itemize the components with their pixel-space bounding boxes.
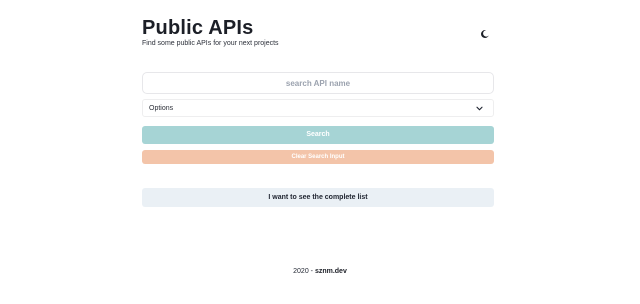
footer-year: 2020 -	[293, 268, 315, 275]
chevron-down-icon	[476, 105, 483, 112]
page: Public APIs Find some public APIs for yo…	[0, 0, 640, 304]
header: Public APIs Find some public APIs for yo…	[142, 17, 496, 53]
complete-list-button[interactable]: I want to see the complete list	[142, 188, 494, 207]
search-button[interactable]: Search	[142, 126, 494, 144]
page-title: Public APIs	[142, 17, 254, 39]
clear-search-input-button[interactable]: Clear Search Input	[142, 150, 494, 164]
options-select[interactable]: Options	[142, 99, 494, 117]
options-select-value: Options	[149, 105, 174, 112]
page-subtitle: Find some public APIs for your next proj…	[142, 40, 279, 47]
theme-toggle-button[interactable]	[480, 29, 490, 39]
footer: 2020 - sznm.dev	[0, 267, 640, 276]
moon-icon	[481, 30, 489, 39]
search-input[interactable]	[142, 72, 494, 94]
footer-link[interactable]: sznm.dev	[315, 268, 347, 275]
